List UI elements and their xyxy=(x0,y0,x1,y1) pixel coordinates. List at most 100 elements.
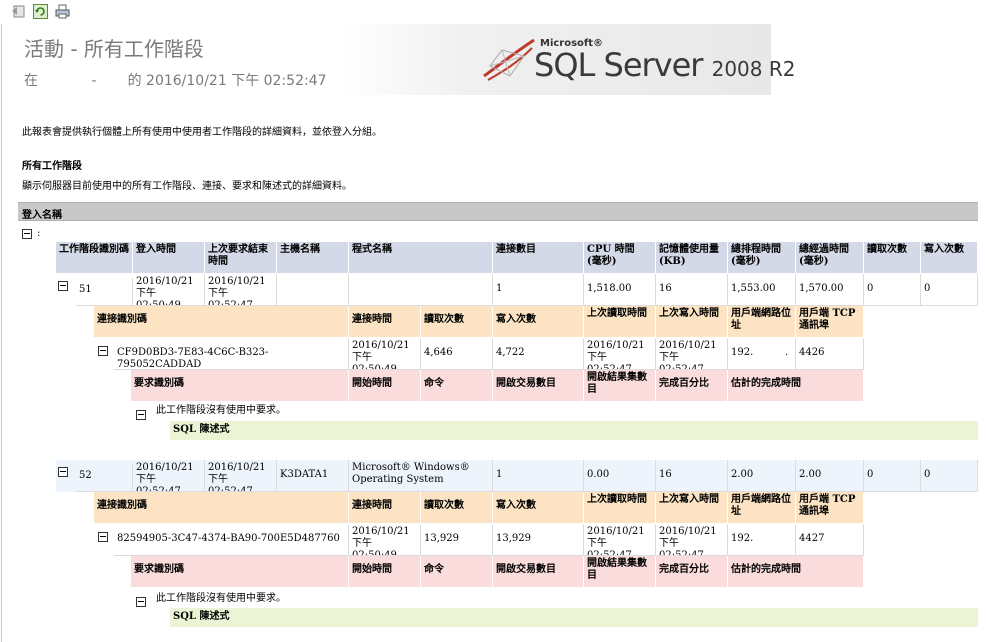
col-command: 命令 xyxy=(421,370,493,402)
col-conn-writes: 寫入次數 xyxy=(493,306,584,338)
reads: 0 xyxy=(864,460,921,492)
report-subtitle: 在 - 的 2016/10/21 下午 02:52:47 xyxy=(24,73,327,89)
conn-writes: 13,929 xyxy=(493,524,584,556)
col-session-id: 工作階段識別碼 xyxy=(56,242,133,274)
collapse-session-icon[interactable] xyxy=(58,281,68,291)
col-percent-complete: 完成百分比 xyxy=(656,556,728,588)
client-port: 4426 xyxy=(796,338,864,370)
col-open-tran: 開啟交易數目 xyxy=(493,556,584,588)
no-request-text: 此工作階段沒有使用中要求。 xyxy=(156,593,286,604)
report-description: 此報表會提供執行個體上所有使用中使用者工作階段的詳細資料，並依登入分組。 xyxy=(22,127,382,138)
col-client-port: 用戶端 TCP 通訊埠 xyxy=(796,492,864,524)
login-time: 2016/10/21 下午 02:50:49 xyxy=(133,274,205,306)
sql-server-logo: Microsoft® SQL Server 2008 R2 xyxy=(480,32,796,88)
col-last-read: 上次讀取時間 xyxy=(584,492,656,524)
memory-usage: 16 xyxy=(656,460,728,492)
elapsed-time: 1,570.00 xyxy=(796,274,864,306)
sched-time: 1,553.00 xyxy=(728,274,796,306)
col-open-resultsets: 開啟結果集數目 xyxy=(584,370,656,402)
col-last-write: 上次寫入時間 xyxy=(656,492,728,524)
col-reads: 讀取次數 xyxy=(864,242,921,274)
reads: 0 xyxy=(864,274,921,306)
connection-count: 1 xyxy=(493,274,584,306)
login-time: 2016/10/21 下午 02:52:47 xyxy=(133,460,205,492)
collapse-request-icon[interactable] xyxy=(136,597,146,607)
conn-writes: 4,722 xyxy=(493,338,584,370)
col-program-name: 程式名稱 xyxy=(349,242,493,274)
section-description: 顯示伺服器目前使用中的所有工作階段、連接、要求和陳述式的詳細資料。 xyxy=(22,181,352,192)
program-name: Microsoft® Windows® Operating System xyxy=(349,460,493,492)
col-memory: 記憶體使用量 (KB) xyxy=(656,242,728,274)
col-command: 命令 xyxy=(421,556,493,588)
print-icon[interactable] xyxy=(55,4,70,19)
page-title: 活動 - 所有工作階段 xyxy=(24,37,204,61)
logo-version: 2008 R2 xyxy=(711,57,796,81)
col-client-port: 用戶端 TCP 通訊埠 xyxy=(796,306,864,338)
col-cpu-time: CPU 時間 (毫秒) xyxy=(584,242,656,274)
sql-statement-label: SQL 陳述式 xyxy=(170,608,978,627)
col-connection-count: 連接數目 xyxy=(493,242,584,274)
memory-usage: 16 xyxy=(656,274,728,306)
conn-reads: 13,929 xyxy=(421,524,493,556)
connection-count: 1 xyxy=(493,460,584,492)
col-request-id: 要求識別碼 xyxy=(131,370,349,402)
col-open-resultsets: 開啟結果集數目 xyxy=(584,556,656,588)
session-id: 51 xyxy=(76,278,133,306)
col-connect-time: 連接時間 xyxy=(349,492,421,524)
host-name xyxy=(277,274,349,306)
back-icon[interactable] xyxy=(11,4,26,19)
report-header: 活動 - 所有工作階段 在 - 的 2016/10/21 下午 02:52:47… xyxy=(10,24,796,95)
col-estimated-completion: 估計的完成時間 xyxy=(728,556,864,588)
host-name: K3DATA1 xyxy=(277,460,349,492)
elapsed-time: 2.00 xyxy=(796,460,864,492)
col-conn-reads: 讀取次數 xyxy=(421,492,493,524)
last-read: 2016/10/21 下午 02:52:47 xyxy=(584,338,656,370)
col-request-id: 要求識別碼 xyxy=(131,556,349,588)
last-write: 2016/10/21 下午 02:52:47 xyxy=(656,524,728,556)
collapse-connection-icon[interactable] xyxy=(98,346,108,356)
logo-product-name: SQL Server xyxy=(534,46,703,84)
collapse-login-icon[interactable] xyxy=(22,229,32,239)
col-writes: 寫入次數 xyxy=(921,242,978,274)
session-id: 52 xyxy=(76,464,133,492)
connection-id: CF9D0BD3-7E83-4C6C-B323-795052CADDAD xyxy=(114,338,349,370)
last-request-end: 2016/10/21 下午 02:52:47 xyxy=(205,274,277,306)
col-last-read: 上次讀取時間 xyxy=(584,306,656,338)
col-estimated-completion: 估計的完成時間 xyxy=(728,370,864,402)
connection-id: 82594905-3C47-4374-BA90-700E5D487760 xyxy=(114,524,349,556)
col-start-time: 開始時間 xyxy=(349,556,421,588)
col-sched-time: 總排程時間 (毫秒) xyxy=(728,242,796,274)
client-address: 192. . xyxy=(728,338,796,370)
client-address: 192. xyxy=(728,524,796,556)
col-elapsed-time: 總經過時間 (毫秒) xyxy=(796,242,864,274)
refresh-icon[interactable] xyxy=(33,4,48,19)
collapse-connection-icon[interactable] xyxy=(98,532,108,542)
col-conn-reads: 讀取次數 xyxy=(421,306,493,338)
last-request-end: 2016/10/21 下午 02:52:47 xyxy=(205,460,277,492)
col-percent-complete: 完成百分比 xyxy=(656,370,728,402)
col-start-time: 開始時間 xyxy=(349,370,421,402)
writes: 0 xyxy=(921,274,978,306)
sql-server-logo-icon xyxy=(483,38,535,81)
no-request-text: 此工作階段沒有使用中要求。 xyxy=(156,405,286,416)
collapse-session-icon[interactable] xyxy=(58,467,68,477)
col-connection-id: 連接識別碼 xyxy=(94,492,349,524)
client-port: 4427 xyxy=(796,524,864,556)
last-write: 2016/10/21 下午 02:52:47 xyxy=(656,338,728,370)
sched-time: 2.00 xyxy=(728,460,796,492)
cpu-time: 0.00 xyxy=(584,460,656,492)
conn-reads: 4,646 xyxy=(421,338,493,370)
writes: 0 xyxy=(921,460,978,492)
connect-time: 2016/10/21 下午 02:50:49 xyxy=(349,338,421,370)
cpu-time: 1,518.00 xyxy=(584,274,656,306)
section-title: 所有工作階段 xyxy=(22,161,82,172)
col-last-request-end: 上次要求結束時間 xyxy=(205,242,277,274)
col-client-address: 用戶端網路位址 xyxy=(728,492,796,524)
col-conn-writes: 寫入次數 xyxy=(493,492,584,524)
connect-time: 2016/10/21 下午 02:50:49 xyxy=(349,524,421,556)
login-name-value: : xyxy=(37,228,41,239)
collapse-request-icon[interactable] xyxy=(136,410,146,420)
col-connect-time: 連接時間 xyxy=(349,306,421,338)
toolbar xyxy=(0,0,988,24)
col-login-time: 登入時間 xyxy=(133,242,205,274)
